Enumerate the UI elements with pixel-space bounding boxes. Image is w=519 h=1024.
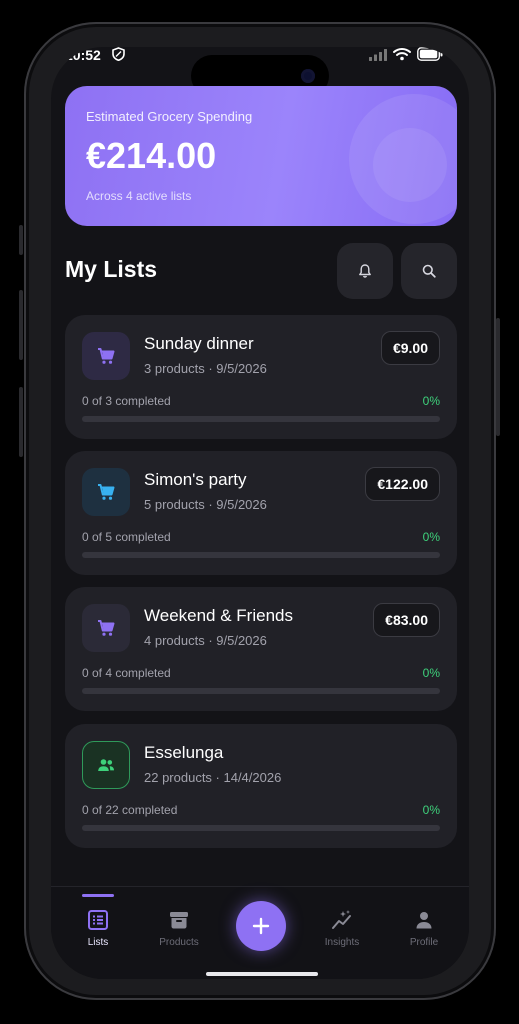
list-meta: 4 products · 9/5/2026: [144, 633, 267, 648]
search-button[interactable]: [401, 243, 457, 299]
signal-icon: [369, 49, 387, 61]
list-card[interactable]: Simon's party 5 products · 9/5/2026 €122…: [65, 451, 457, 575]
progress-label: 0 of 5 completed: [82, 530, 171, 544]
bottom-navigation: Lists Products Insights Profile: [51, 886, 469, 979]
status-bar: 10:52: [51, 47, 469, 87]
spending-subtitle: Across 4 active lists: [86, 189, 192, 203]
progress-percent: 0%: [422, 394, 440, 408]
list-icon-tile: [82, 332, 130, 380]
nav-label: Lists: [87, 937, 109, 948]
list-meta: 5 products · 9/5/2026: [144, 497, 267, 512]
progress-bar: [82, 416, 440, 422]
list-name: Simon's party: [144, 470, 247, 489]
list-price-badge: €9.00: [380, 331, 440, 365]
list-name: Esselunga: [144, 743, 224, 762]
notifications-button[interactable]: [337, 243, 393, 299]
list-price-badge: €122.00: [365, 467, 440, 501]
group-icon: [98, 759, 114, 771]
progress-bar: [82, 552, 440, 558]
list-meta: 22 products · 14/4/2026: [144, 770, 282, 785]
nav-item-insights[interactable]: Insights: [302, 887, 382, 957]
plus-icon: [252, 917, 270, 935]
bell-icon: [359, 264, 371, 278]
cart-icon: [98, 620, 115, 636]
list-meta: 3 products · 9/5/2026: [144, 361, 267, 376]
nav-item-profile[interactable]: Profile: [384, 887, 464, 957]
progress-bar: [82, 825, 440, 831]
progress-label: 0 of 4 completed: [82, 666, 171, 680]
insights-icon: [332, 910, 351, 929]
progress-label: 0 of 22 completed: [82, 803, 178, 817]
archive-icon: [170, 912, 188, 929]
nav-label: Products: [159, 937, 199, 948]
hero-decoration: [373, 128, 447, 202]
nav-label: Insights: [324, 937, 360, 948]
list-card[interactable]: Sunday dinner 3 products · 9/5/2026 €9.0…: [65, 315, 457, 439]
phone-side-button: [19, 290, 23, 360]
shield-icon: [112, 47, 125, 61]
progress-label: 0 of 3 completed: [82, 394, 171, 408]
active-tab-indicator: [82, 894, 114, 897]
progress-percent: 0%: [422, 530, 440, 544]
list-icon-tile: [82, 604, 130, 652]
spending-label: Estimated Grocery Spending: [86, 109, 253, 124]
add-list-button[interactable]: [236, 901, 286, 951]
nav-item-products[interactable]: Products: [139, 887, 219, 957]
list-name: Weekend & Friends: [144, 606, 293, 625]
wifi-icon: [393, 48, 411, 61]
progress-percent: 0%: [422, 803, 440, 817]
phone-side-button: [19, 387, 23, 457]
list-price-badge: €83.00: [373, 603, 440, 637]
list-icon-tile: [82, 468, 130, 516]
list-card[interactable]: Esselunga 22 products · 14/4/2026 0 of 2…: [65, 724, 457, 848]
cart-icon: [98, 484, 115, 500]
spending-amount: €214.00: [86, 135, 217, 176]
battery-icon: [417, 47, 443, 61]
page-title: My Lists: [65, 256, 158, 282]
list-card[interactable]: Weekend & Friends 4 products · 9/5/2026 …: [65, 587, 457, 711]
lists-icon: [88, 910, 108, 930]
progress-percent: 0%: [422, 666, 440, 680]
profile-icon: [416, 912, 432, 929]
phone-side-button: [19, 225, 23, 255]
home-indicator: [206, 972, 318, 976]
list-name: Sunday dinner: [144, 334, 254, 353]
phone-side-button: [496, 318, 500, 436]
list-icon-tile: [82, 741, 130, 789]
spending-summary-card: Estimated Grocery Spending €214.00 Acros…: [65, 86, 457, 226]
nav-label: Profile: [409, 937, 439, 948]
app-screen: 10:52 Estimated Grocery Spending €214.00…: [51, 47, 469, 979]
progress-bar: [82, 688, 440, 694]
status-time: 10:52: [65, 47, 101, 63]
cart-icon: [98, 348, 115, 364]
nav-item-lists[interactable]: Lists: [58, 887, 138, 957]
search-icon: [422, 264, 436, 278]
